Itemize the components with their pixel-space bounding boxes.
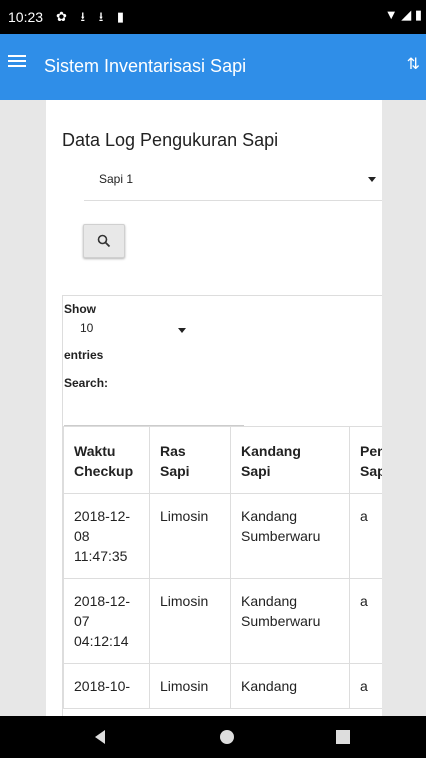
table-header-row: Waktu Checkup Ras Sapi Kandang Sapi Pen Sap — [63, 426, 382, 494]
wifi-icon: ▼ — [384, 7, 398, 22]
cell-ras: Limosin — [149, 493, 231, 579]
download-icon: ⭳ — [98, 9, 109, 24]
download-icon: ⭳ — [80, 9, 91, 24]
column-header-kandang[interactable]: Kandang Sapi — [230, 426, 350, 494]
entries-length-value: 10 — [80, 321, 94, 335]
cell-waktu: 2018-12- 07 04:12:14 — [63, 578, 150, 664]
signal-icon: ◢ — [401, 7, 412, 22]
status-right-icons: ▼ ◢ ▮ — [385, 7, 422, 23]
app-bar: Sistem Inventarisasi Sapi ⇅ — [0, 34, 426, 100]
cell-ras: Limosin — [149, 578, 231, 664]
recents-icon[interactable] — [336, 730, 350, 744]
app-title: Sistem Inventarisasi Sapi — [44, 56, 247, 76]
chevron-down-icon — [368, 177, 376, 182]
show-label: Show — [64, 302, 96, 316]
entries-label: entries — [64, 348, 104, 362]
entries-length-select[interactable]: 10 — [64, 320, 186, 340]
table-row: 2018-12- 08 11:47:35 Limosin Kandang Sumber… — [63, 493, 382, 579]
cell-pen: a — [349, 663, 382, 709]
column-header-waktu[interactable]: Waktu Checkup — [63, 426, 150, 494]
column-header-ras[interactable]: Ras Sapi — [149, 426, 231, 494]
cow-select[interactable]: Sapi 1 — [84, 160, 382, 201]
table-row: 2018-12- 07 04:12:14 Limosin Kandang Sumber… — [63, 578, 382, 664]
column-header-pen[interactable]: Pen Sap — [349, 426, 382, 494]
card-title: Data Log Pengukuran Sapi — [62, 130, 279, 150]
settings-icon: ✿ — [56, 9, 72, 24]
status-time: 10:23 — [8, 9, 44, 25]
back-icon[interactable] — [95, 730, 105, 744]
cell-waktu: 2018-10- — [63, 663, 150, 709]
sort-icon[interactable]: ⇅ — [407, 54, 420, 74]
cell-ras: Limosin — [149, 663, 231, 709]
home-icon[interactable] — [220, 730, 234, 744]
datatable: Show 10 entries Search: Waktu Checkup Ras… — [62, 295, 382, 716]
battery-icon: ▮ — [414, 7, 422, 22]
magnifier-icon — [97, 234, 111, 248]
table-row: 2018-10- Limosin Kandang a — [63, 663, 382, 709]
cell-kandang: Kandang Sumberwaru — [230, 493, 350, 579]
search-button[interactable] — [83, 224, 125, 258]
cow-select-value: Sapi 1 — [99, 172, 134, 186]
search-label: Search: — [64, 376, 109, 390]
navigation-bar — [0, 716, 426, 758]
log-table: Waktu Checkup Ras Sapi Kandang Sapi Pen Sap … — [63, 426, 382, 709]
cell-pen: a — [349, 493, 382, 579]
cell-kandang: Kandang — [230, 663, 350, 709]
cell-kandang: Kandang Sumberwaru — [230, 578, 350, 664]
cell-pen: a — [349, 578, 382, 664]
chevron-down-icon — [178, 328, 186, 333]
hamburger-menu-icon[interactable] — [8, 52, 26, 68]
status-left-icons: ✿ ⭳ ⭳ ▮ — [56, 8, 129, 30]
sdcard-icon: ▮ — [116, 9, 130, 24]
cell-waktu: 2018-12- 08 11:47:35 — [63, 493, 150, 579]
log-card: Data Log Pengukuran Sapi Sapi 1 Show 10 … — [46, 100, 382, 716]
status-bar: 10:23 ✿ ⭳ ⭳ ▮ ▼ ◢ ▮ — [0, 0, 426, 34]
